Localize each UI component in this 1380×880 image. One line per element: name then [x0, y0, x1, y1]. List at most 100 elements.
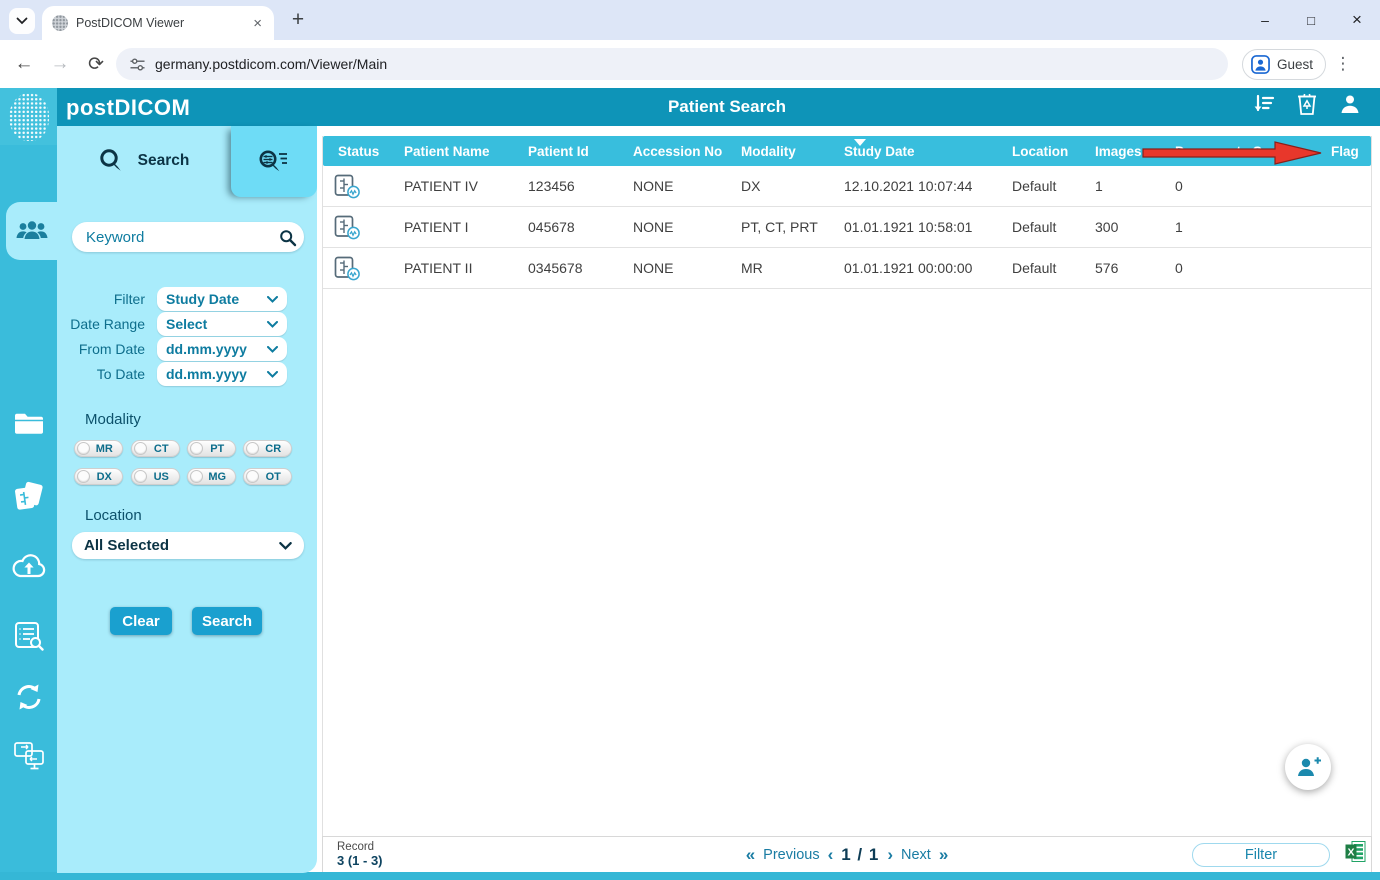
- date-range-select[interactable]: Select: [157, 312, 287, 336]
- modality-label: Modality: [85, 411, 141, 428]
- reload-button[interactable]: ⟳: [78, 53, 114, 76]
- previous-page-icon[interactable]: ‹: [828, 845, 834, 865]
- browser-menu-button[interactable]: ⋮: [1326, 54, 1360, 74]
- tab-advanced-search[interactable]: [231, 126, 317, 197]
- last-page-icon[interactable]: »: [939, 845, 948, 865]
- sidebar-item-worklist[interactable]: [0, 614, 57, 658]
- sidebar-item-transfer[interactable]: [0, 675, 57, 719]
- next-page-icon[interactable]: ›: [887, 845, 893, 865]
- site-info-icon[interactable]: [130, 57, 145, 71]
- add-patient-button[interactable]: [1285, 744, 1331, 790]
- row-location: Default: [1012, 260, 1057, 276]
- browser-tabstrip: PostDICOM Viewer × + – □ ×: [0, 0, 1380, 40]
- tab-search[interactable]: Search: [57, 126, 230, 196]
- modality-toggle-us[interactable]: US: [131, 468, 180, 485]
- from-date-select[interactable]: dd.mm.yyyy: [157, 337, 287, 361]
- header-actions: [1252, 92, 1362, 116]
- modality-toggle-ct[interactable]: CT: [131, 440, 180, 457]
- col-study-date[interactable]: Study Date: [829, 136, 997, 166]
- window-maximize-button[interactable]: □: [1288, 13, 1334, 28]
- search-button[interactable]: Search: [192, 607, 262, 635]
- modality-toggle-dx[interactable]: DX: [74, 468, 123, 485]
- table-row[interactable]: PATIENT I 045678 NONE PT, CT, PRT 01.01.…: [323, 207, 1371, 248]
- col-patient-name[interactable]: Patient Name: [389, 136, 513, 166]
- row-documents-count: 1: [1175, 219, 1183, 235]
- excel-icon: X: [1345, 841, 1366, 862]
- col-flag[interactable]: Flag: [1316, 136, 1371, 166]
- toggle-knob: [76, 442, 90, 455]
- row-documents-count: 0: [1175, 178, 1183, 194]
- toggle-knob: [189, 470, 203, 483]
- modality-toggle-ot[interactable]: OT: [243, 468, 292, 485]
- add-patient-icon: [1298, 757, 1321, 776]
- page-title: Patient Search: [667, 97, 787, 116]
- table-row[interactable]: PATIENT II 0345678 NONE MR 01.01.1921 00…: [323, 248, 1371, 289]
- row-study-date: 01.01.1921 10:58:01: [844, 219, 973, 235]
- sidebar-item-folders[interactable]: [0, 402, 57, 446]
- toggle-knob: [133, 442, 147, 455]
- chevron-down-icon: [279, 541, 292, 550]
- location-select[interactable]: All Selected: [72, 532, 304, 559]
- first-page-icon[interactable]: «: [746, 845, 755, 865]
- chevron-down-icon: [267, 345, 278, 353]
- profile-button[interactable]: Guest: [1242, 48, 1327, 80]
- tab-close-icon[interactable]: ×: [251, 15, 264, 32]
- folder-icon: [14, 413, 43, 434]
- modality-toggle-pt[interactable]: PT: [187, 440, 236, 457]
- col-patient-id[interactable]: Patient Id: [513, 136, 618, 166]
- user-icon[interactable]: [1338, 92, 1362, 116]
- sidebar-item-studies[interactable]: [0, 475, 57, 519]
- row-patient-name: PATIENT II: [404, 260, 473, 276]
- new-tab-button[interactable]: +: [284, 6, 312, 34]
- sort-descending-caret-icon: [854, 139, 866, 146]
- export-excel-button[interactable]: X: [1345, 841, 1366, 867]
- row-patient-name: PATIENT IV: [404, 178, 478, 194]
- table-row[interactable]: PATIENT IV 123456 NONE DX 12.10.2021 10:…: [323, 166, 1371, 207]
- row-flag: [1316, 166, 1371, 206]
- window-minimize-button[interactable]: –: [1242, 12, 1288, 28]
- next-button[interactable]: Next: [901, 847, 931, 863]
- col-status[interactable]: Status: [323, 136, 389, 166]
- date-range-value: Select: [166, 316, 208, 332]
- modality-toggle-cr[interactable]: CR: [243, 440, 292, 457]
- row-images: 300: [1095, 219, 1119, 235]
- browser-toolbar: ← → ⟳ germany.postdicom.com/Viewer/Main …: [0, 40, 1380, 88]
- row-status: [323, 166, 389, 206]
- chevron-down-icon: [267, 295, 278, 303]
- toggle-knob: [189, 442, 203, 455]
- tab-search-button[interactable]: [9, 8, 35, 34]
- sidebar-item-patients[interactable]: [6, 202, 57, 260]
- col-location[interactable]: Location: [997, 136, 1080, 166]
- profile-label: Guest: [1277, 56, 1314, 72]
- forward-button[interactable]: →: [42, 53, 78, 75]
- search-panel: Search Filter Study Date Date Range Sele…: [57, 126, 317, 873]
- window-controls: – □ ×: [1242, 0, 1380, 40]
- keyword-search-icon[interactable]: [279, 229, 297, 247]
- record-count: 3 (1 - 3): [337, 852, 383, 868]
- tab-title: PostDICOM Viewer: [76, 16, 185, 30]
- recycle-bin-icon[interactable]: [1296, 92, 1318, 116]
- sidebar-item-upload[interactable]: [0, 544, 57, 588]
- col-accession-no[interactable]: Accession No: [618, 136, 726, 166]
- col-modality[interactable]: Modality: [726, 136, 829, 166]
- modality-toggle-mg[interactable]: MG: [187, 468, 236, 485]
- previous-button[interactable]: Previous: [763, 847, 819, 863]
- row-study-date: 01.01.1921 00:00:00: [844, 260, 973, 276]
- toggle-knob: [245, 470, 259, 483]
- clear-button[interactable]: Clear: [110, 607, 172, 635]
- to-date-select[interactable]: dd.mm.yyyy: [157, 362, 287, 386]
- annotation-arrow-icon: [1142, 141, 1322, 165]
- url-bar[interactable]: germany.postdicom.com/Viewer/Main: [116, 48, 1228, 80]
- modality-toggle-mr[interactable]: MR: [74, 440, 123, 457]
- keyword-input[interactable]: [72, 222, 304, 252]
- sort-descending-icon[interactable]: [1252, 92, 1276, 116]
- browser-tab[interactable]: PostDICOM Viewer ×: [42, 6, 274, 40]
- row-modality: DX: [741, 178, 761, 194]
- back-button[interactable]: ←: [6, 53, 42, 75]
- sidebar-item-share-screen[interactable]: [0, 734, 57, 778]
- favicon-icon: [52, 15, 68, 31]
- filter-select[interactable]: Study Date: [157, 287, 287, 311]
- filter-button[interactable]: Filter: [1192, 843, 1330, 867]
- window-close-button[interactable]: ×: [1334, 10, 1380, 30]
- brand-text: postDICOM: [66, 95, 191, 120]
